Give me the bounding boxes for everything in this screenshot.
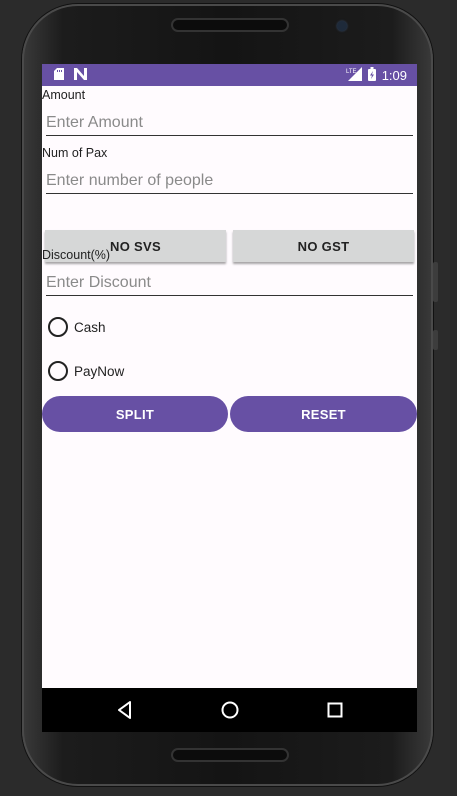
reset-button[interactable]: RESET (230, 396, 417, 432)
home-icon[interactable] (220, 700, 240, 720)
discount-label: Discount(%) (42, 248, 111, 262)
paynow-radio-button[interactable] (48, 361, 68, 381)
app-content: Amount Num of Pax NO SVS NO GST Discount… (42, 86, 417, 688)
device-screen: LTE 1:09 Amount Num of Pax NO SVS NO GST… (42, 64, 417, 688)
phone-camera (337, 21, 347, 31)
sd-card-icon (54, 68, 64, 83)
battery-icon (367, 67, 376, 84)
phone-side-button (433, 330, 438, 350)
svg-text:LTE: LTE (346, 69, 357, 75)
recents-icon[interactable] (325, 700, 345, 720)
num-of-pax-label: Num of Pax (42, 146, 108, 160)
phone-bottom-speaker (171, 748, 289, 762)
lte-signal-icon: LTE (346, 67, 362, 84)
n-notification-icon (74, 68, 87, 83)
split-button[interactable]: SPLIT (42, 396, 228, 432)
no-gst-button[interactable]: NO GST (233, 230, 414, 262)
cash-radio-option[interactable]: Cash (48, 317, 106, 337)
back-icon[interactable] (115, 700, 135, 720)
discount-input[interactable] (46, 272, 413, 296)
navigation-bar (42, 688, 417, 732)
amount-input[interactable] (46, 112, 413, 136)
status-bar: LTE 1:09 (42, 64, 417, 86)
paynow-radio-label: PayNow (74, 363, 125, 379)
status-time: 1:09 (381, 68, 407, 83)
num-of-pax-input[interactable] (46, 170, 413, 194)
phone-side-button (433, 262, 438, 302)
paynow-radio-option[interactable]: PayNow (48, 361, 124, 381)
cash-radio-label: Cash (74, 319, 106, 335)
phone-top-speaker (171, 18, 289, 32)
amount-label: Amount (42, 88, 86, 102)
cash-radio-button[interactable] (48, 317, 68, 337)
